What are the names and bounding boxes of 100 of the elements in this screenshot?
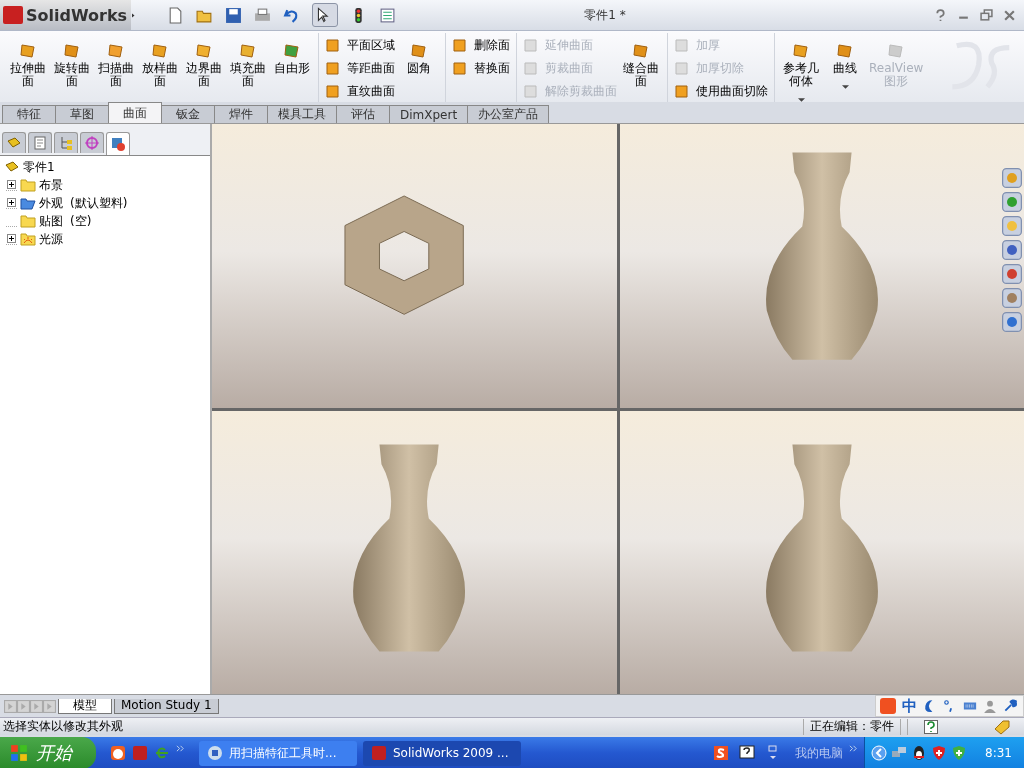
command-tab[interactable]: 评估 (336, 105, 390, 123)
surface-icon (325, 83, 341, 99)
model-tab[interactable]: 模型 (58, 698, 112, 714)
surface-icon (194, 41, 214, 61)
toolbar-label[interactable]: 我的电脑 (795, 744, 844, 762)
tag-icon[interactable] (994, 718, 1010, 735)
appearance-folder-icon (20, 195, 36, 211)
solidworks-logo[interactable]: SolidWorks (0, 0, 132, 30)
ribbon-button[interactable]: 缝合曲面 (621, 33, 661, 88)
tree-item-label[interactable]: 光源 (39, 230, 63, 248)
command-tab[interactable]: 焊件 (214, 105, 268, 123)
ime-toolbar[interactable]: 中 (875, 695, 1024, 717)
help-icon[interactable] (924, 719, 938, 734)
ribbon-button[interactable]: 填充曲面 (228, 33, 268, 88)
ribbon-button[interactable]: 平面区域 (325, 35, 395, 55)
sogou-logo-icon (880, 698, 896, 714)
command-tab[interactable]: 曲面 (108, 102, 162, 123)
surface-icon (409, 41, 429, 61)
surface-icon (238, 41, 258, 61)
surface-icon (674, 37, 690, 53)
ribbon-button[interactable]: 边界曲面 (184, 33, 224, 88)
command-tab[interactable]: DimXpert (389, 105, 469, 123)
appearance-icon (110, 136, 126, 152)
panel-tab[interactable] (28, 132, 52, 153)
surface-icon (674, 60, 690, 76)
start-button[interactable]: 开始 (0, 737, 96, 768)
sogou-icon[interactable] (713, 745, 730, 761)
command-tab[interactable]: 草图 (55, 105, 109, 123)
command-tab[interactable]: 钣金 (161, 105, 215, 123)
viewport-right[interactable] (619, 124, 1024, 408)
ribbon-button[interactable]: 替换面 (452, 58, 510, 78)
tree-item-label[interactable]: 外观 (39, 194, 63, 212)
restore-icon[interactable] (980, 8, 993, 22)
command-tab[interactable]: 特征 (2, 105, 56, 123)
ribbon-button[interactable]: 删除面 (452, 35, 510, 55)
caret-icon[interactable] (841, 85, 849, 89)
tree-root-label[interactable]: 零件1 (23, 158, 55, 176)
help-bubble-icon[interactable] (739, 745, 756, 761)
document-icon (32, 135, 48, 151)
surface-icon (452, 60, 468, 76)
taskbar-button[interactable]: 用扫描特征工具时... (199, 740, 357, 766)
surface-icon (62, 41, 82, 61)
window-title: 零件1 * (583, 6, 627, 24)
ribbon-button[interactable]: 曲线 (825, 33, 865, 89)
ribbon-button[interactable]: 使用曲面切除 (674, 81, 768, 101)
viewport-top[interactable] (212, 124, 617, 408)
expand-icon[interactable] (6, 233, 17, 245)
status-message: 选择实体以修改其外观 (3, 718, 124, 735)
surface-icon (325, 60, 341, 76)
panel-tab[interactable] (2, 132, 26, 153)
ribbon-button[interactable]: 拉伸曲面 (8, 33, 48, 88)
tree-item-label[interactable]: 贴图 (39, 212, 63, 230)
panel-tab[interactable] (80, 132, 104, 153)
ribbon-button[interactable]: 扫描曲面 (96, 33, 136, 88)
tree-icon (58, 135, 74, 151)
command-tab[interactable]: 模具工具 (267, 105, 337, 123)
surface-icon (835, 41, 855, 61)
panel-tab[interactable] (106, 132, 130, 155)
wrench-icon[interactable] (1003, 699, 1017, 713)
shield-icon[interactable] (951, 745, 968, 761)
shield-plus-icon[interactable] (931, 745, 948, 761)
ribbon-button[interactable]: 自由形 (272, 33, 312, 75)
surface-icon (523, 83, 539, 99)
viewport-front[interactable] (212, 410, 617, 694)
help-icon[interactable] (934, 8, 947, 22)
surface-icon (150, 41, 170, 61)
surface-icon (674, 83, 690, 99)
tree-item-label[interactable]: 布景 (39, 176, 63, 194)
tree-item-note: (默认塑料) (70, 194, 128, 212)
app-name: SolidWorks (26, 5, 128, 25)
select-pointer-icon[interactable] (312, 3, 339, 27)
panel-tab[interactable] (54, 132, 78, 153)
surface-icon (325, 37, 341, 53)
ime-mode-label[interactable]: 中 (902, 696, 917, 716)
options-list-icon[interactable] (379, 6, 397, 24)
close-icon[interactable] (1003, 8, 1016, 22)
expand-icon[interactable] (6, 179, 17, 191)
chevron-icon[interactable] (176, 743, 185, 753)
surface-icon (523, 37, 539, 53)
command-tab[interactable]: 办公室产品 (467, 105, 550, 123)
ie-icon[interactable] (154, 745, 170, 761)
surface-icon (18, 41, 38, 61)
chevron-icon[interactable] (849, 743, 859, 753)
model-tab[interactable]: Motion Study 1 (114, 698, 219, 714)
ribbon-button[interactable]: 等距曲面 (325, 58, 395, 78)
crosshair-icon (84, 135, 100, 151)
save-icon[interactable] (225, 6, 243, 24)
ribbon-button[interactable]: 直纹曲面 (325, 81, 395, 101)
ribbon-button[interactable]: 旋转曲面 (52, 33, 92, 88)
ribbon-button[interactable]: 放样曲面 (140, 33, 180, 88)
editing-status: 正在编辑：零件 (810, 718, 894, 735)
taskbar-button[interactable]: SolidWorks 2009 ... (363, 740, 521, 766)
user-icon[interactable] (983, 699, 997, 713)
ribbon-button[interactable]: 圆角 (399, 33, 439, 75)
expand-icon[interactable] (6, 197, 17, 209)
surface-icon (106, 41, 126, 61)
surface-icon (282, 41, 302, 61)
viewport-side[interactable] (619, 410, 1024, 694)
print-icon[interactable] (254, 6, 272, 24)
ribbon-button[interactable]: 参考几何体 (781, 33, 821, 102)
